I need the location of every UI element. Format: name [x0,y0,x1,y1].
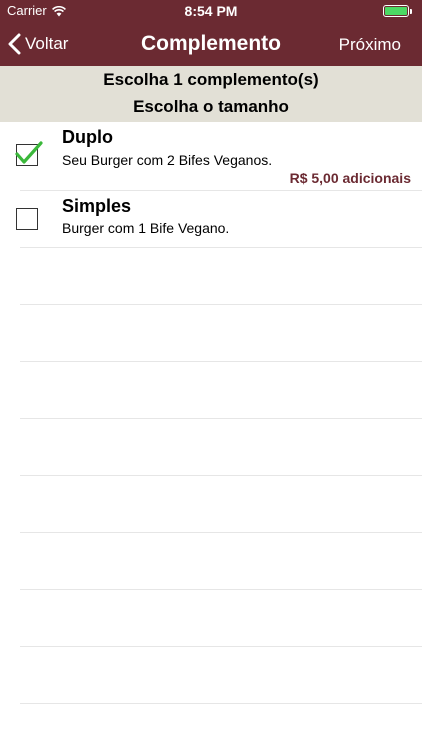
row-separator [20,247,422,248]
row-separator [20,304,422,305]
option-title: Duplo [62,127,113,147]
row-separator [20,361,422,362]
status-time: 8:54 PM [184,3,238,19]
row-separator [20,703,422,704]
row-separator [20,418,422,419]
option-title: Simples [62,196,132,216]
section-instruction: Escolha 1 complemento(s) [103,70,319,89]
option-checkbox[interactable] [16,208,38,230]
battery-level [385,7,407,15]
row-separator [20,475,422,476]
battery-icon [383,5,409,17]
option-description: Burger com 1 Bife Vegano. [62,220,230,236]
row-separator [20,589,422,590]
section-title: Escolha o tamanho [133,97,289,116]
nav-bar: Voltar Complemento Próximo [0,22,422,66]
option-row-duplo[interactable]: Duplo Seu Burger com 2 Bifes Veganos. R$… [0,122,422,190]
option-description: Seu Burger com 2 Bifes Veganos. [62,152,273,168]
option-row-simples[interactable]: Simples Burger com 1 Bife Vegano. [0,191,422,247]
battery-tip [410,9,412,14]
option-price: R$ 5,00 adicionais [289,170,411,186]
header: Carrier 8:54 PM Voltar Complemento Próxi… [0,0,422,66]
row-separator [20,532,422,533]
section-header: Escolha 1 complemento(s) Escolha o taman… [0,66,422,122]
option-checkbox[interactable] [15,141,43,166]
next-button[interactable]: Próximo [339,35,401,55]
row-separator [20,646,422,647]
status-bar: Carrier 8:54 PM [0,0,422,22]
